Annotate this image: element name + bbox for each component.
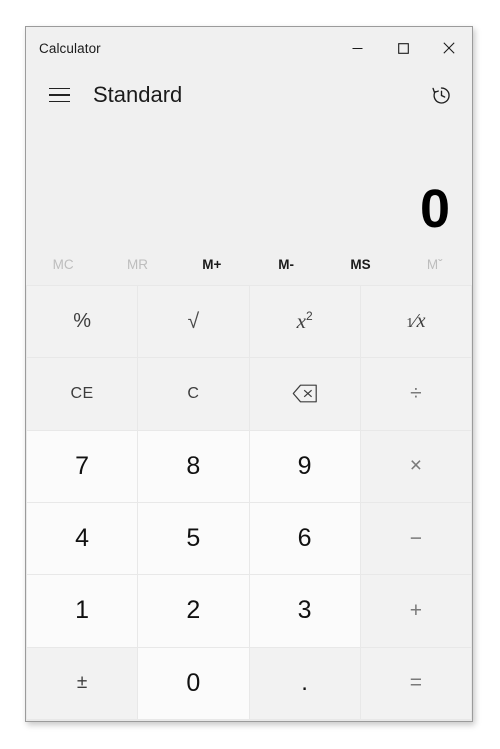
memory-recall-button[interactable]: MR: [100, 243, 174, 285]
history-button[interactable]: [424, 78, 458, 112]
digit-9-button[interactable]: 9: [249, 430, 360, 502]
digit-0-button[interactable]: 0: [138, 647, 249, 719]
digit-2-button[interactable]: 2: [138, 575, 249, 647]
digit-1-button[interactable]: 1: [27, 575, 138, 647]
maximize-icon: [397, 42, 409, 54]
page-root: Calculator Standard 0 MC MR M+ M- MS Mˇ …: [0, 0, 500, 749]
digit-8-button[interactable]: 8: [138, 430, 249, 502]
app-header: Standard: [26, 69, 472, 121]
square-label: x2: [297, 309, 313, 334]
square-exponent: 2: [305, 309, 313, 324]
reciprocal-label: 1⁄x: [406, 310, 426, 333]
square-root-button[interactable]: √: [138, 286, 249, 358]
backspace-icon: [292, 385, 317, 403]
digit-5-button[interactable]: 5: [138, 503, 249, 575]
page-title: Standard: [93, 82, 183, 107]
percent-label: %: [73, 310, 92, 333]
minimize-button[interactable]: [334, 27, 380, 69]
memory-store-button[interactable]: MS: [323, 243, 397, 285]
caption-button-group: [334, 27, 472, 69]
add-button[interactable]: +: [360, 575, 471, 647]
clear-entry-button[interactable]: CE: [27, 358, 138, 430]
maximize-button[interactable]: [380, 27, 426, 69]
title-bar[interactable]: Calculator: [26, 27, 472, 69]
clear-button[interactable]: C: [138, 358, 249, 430]
history-clock-icon: [431, 86, 450, 104]
digit-7-button[interactable]: 7: [27, 430, 138, 502]
memory-subtract-button[interactable]: M-: [249, 243, 323, 285]
equals-button[interactable]: =: [360, 647, 471, 719]
square-button[interactable]: x2: [249, 286, 360, 358]
subtract-button[interactable]: −: [360, 503, 471, 575]
square-base: x: [296, 309, 306, 334]
divide-button[interactable]: ÷: [360, 358, 471, 430]
hamburger-menu-icon[interactable]: [37, 75, 81, 115]
decimal-label: .: [301, 669, 308, 697]
memory-clear-button[interactable]: MC: [26, 243, 100, 285]
digit-3-button[interactable]: 3: [249, 575, 360, 647]
memory-add-button[interactable]: M+: [175, 243, 249, 285]
square-root-icon: √: [187, 309, 200, 333]
hamburger-line: [48, 94, 70, 96]
close-button[interactable]: [426, 27, 472, 69]
minimize-icon: [352, 47, 362, 49]
hamburger-line: [48, 100, 70, 103]
clear-label: C: [187, 384, 200, 402]
keypad-grid: % √ x2 1⁄x CE C ÷ 7 8 9 × 4 5 6 − 1 2 3 …: [26, 285, 472, 721]
percent-button[interactable]: %: [27, 286, 138, 358]
window-title: Calculator: [39, 40, 101, 56]
calculator-window: Calculator Standard 0 MC MR M+ M- MS Mˇ …: [25, 26, 473, 722]
memory-button-row: MC MR M+ M- MS Mˇ: [26, 243, 472, 285]
clear-entry-label: CE: [70, 384, 94, 402]
backspace-button[interactable]: [249, 358, 360, 430]
multiply-button[interactable]: ×: [360, 430, 471, 502]
memory-dropdown-button[interactable]: Mˇ: [398, 243, 472, 285]
reciprocal-denominator: x: [416, 310, 426, 333]
display-area[interactable]: 0: [26, 121, 472, 243]
close-icon: [443, 42, 455, 54]
digit-6-button[interactable]: 6: [249, 503, 360, 575]
digit-4-button[interactable]: 4: [27, 503, 138, 575]
hamburger-line: [48, 87, 70, 90]
reciprocal-numerator: 1: [406, 316, 414, 332]
decimal-point-button[interactable]: .: [249, 647, 360, 719]
negate-button[interactable]: ±: [27, 647, 138, 719]
display-result: 0: [419, 178, 450, 239]
reciprocal-button[interactable]: 1⁄x: [360, 286, 471, 358]
